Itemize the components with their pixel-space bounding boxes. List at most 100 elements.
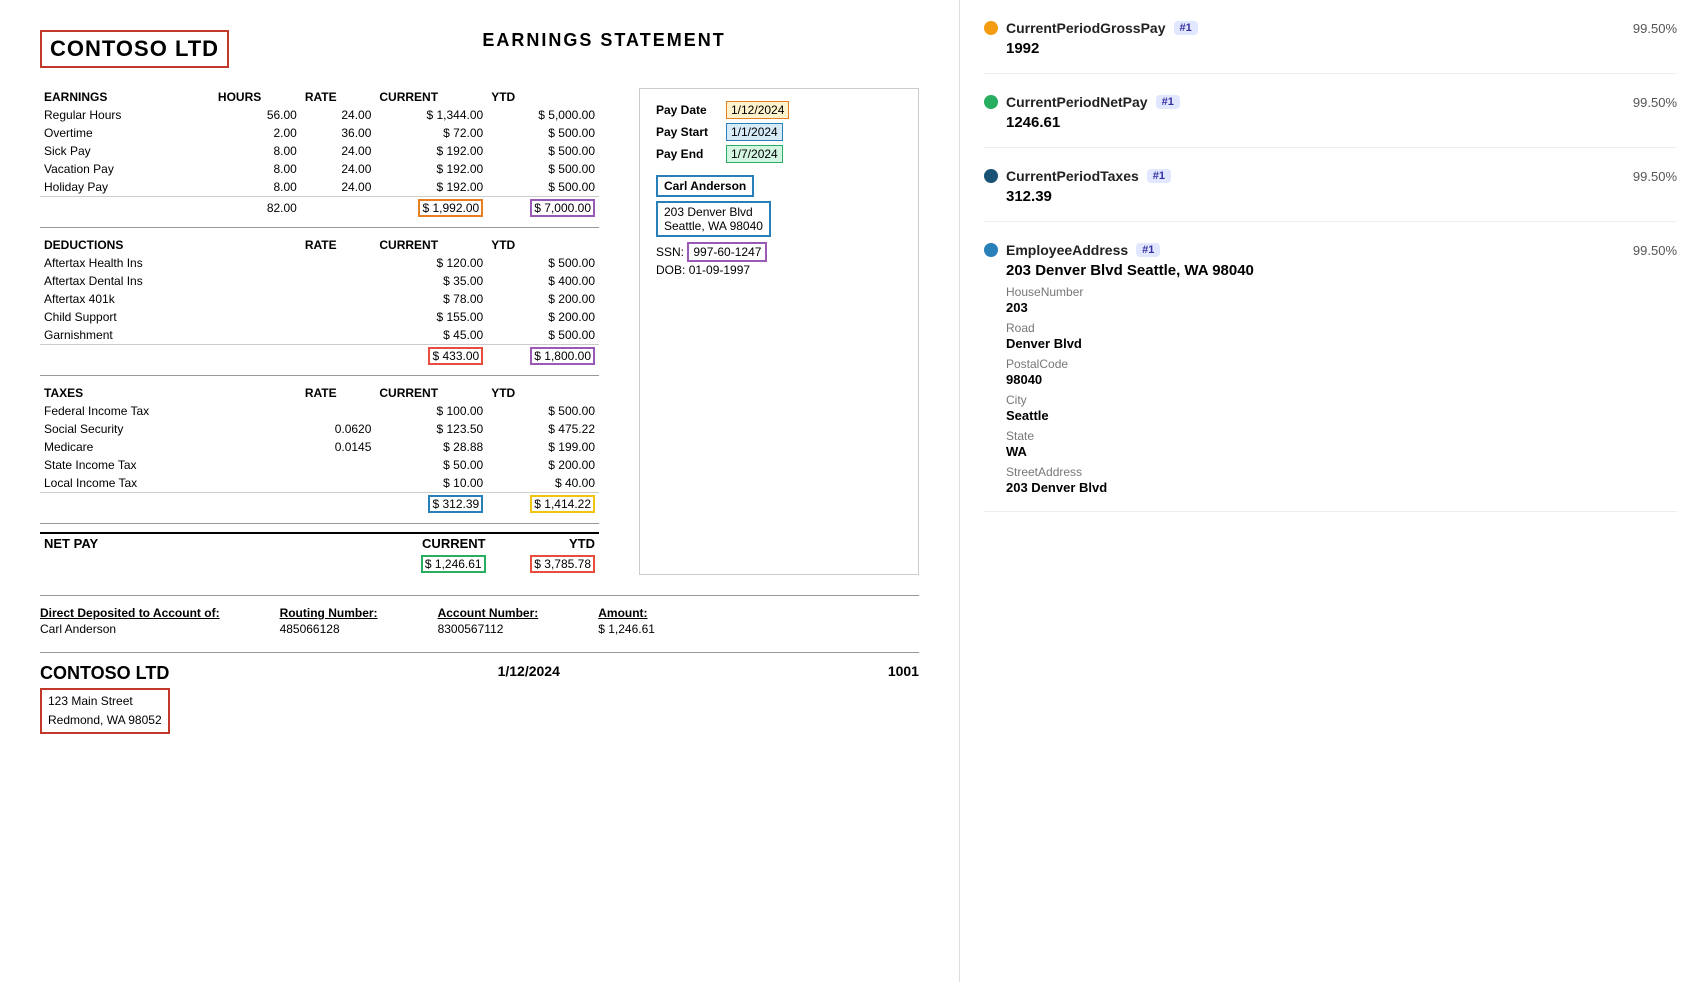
net-pay-current: $ 1,246.61 (380, 553, 489, 575)
field-card: EmployeeAddress #1 99.50% 203 Denver Blv… (984, 242, 1677, 512)
footer-bar: CONTOSO LTD 123 Main Street Redmond, WA … (40, 652, 919, 734)
row-rate: 36.00 (301, 124, 376, 142)
dd-amount-value: $ 1,246.61 (598, 622, 655, 636)
row-ytd: $ 400.00 (487, 272, 599, 290)
row-current: $ 72.00 (375, 124, 487, 142)
field-name-row: CurrentPeriodNetPay #1 (984, 94, 1180, 110)
net-pay-current-header: CURRENT (380, 533, 489, 553)
row-ytd: $ 500.00 (487, 326, 599, 345)
row-hours: 8.00 (214, 160, 301, 178)
field-confidence: 99.50% (1633, 169, 1677, 184)
field-value: 312.39 (984, 188, 1677, 205)
footer-date: 1/12/2024 (498, 663, 560, 679)
company-name-top: CONTOSO LTD (50, 36, 219, 62)
row-current: $ 78.00 (375, 290, 487, 308)
field-badge: #1 (1147, 169, 1171, 183)
earnings-row: Holiday Pay 8.00 24.00 $ 192.00 $ 500.00 (40, 178, 599, 197)
field-name-row: CurrentPeriodTaxes #1 (984, 168, 1171, 184)
field-label: CurrentPeriodTaxes (1006, 168, 1139, 184)
employee-name: Carl Anderson (656, 175, 754, 197)
row-name: Aftertax Dental Ins (40, 272, 214, 290)
sub-field-value: WA (1006, 444, 1677, 459)
row-current: $ 50.00 (375, 456, 487, 474)
field-label: CurrentPeriodNetPay (1006, 94, 1148, 110)
row-hours: 8.00 (214, 178, 301, 197)
field-card: CurrentPeriodTaxes #1 99.50% 312.39 (984, 168, 1677, 222)
ded-ytd-header: YTD (487, 236, 599, 254)
field-dot (984, 95, 998, 109)
sub-field-label: Road (1006, 321, 1677, 335)
row-ytd: $ 200.00 (487, 456, 599, 474)
pay-date-value: 1/12/2024 (726, 101, 789, 119)
ded-total-ytd: $ 1,800.00 (487, 345, 599, 368)
row-current: $ 100.00 (375, 402, 487, 420)
tax-current-header: CURRENT (375, 384, 487, 402)
row-rate: 0.0145 (301, 438, 376, 456)
row-ytd: $ 475.22 (487, 420, 599, 438)
company-header-top: CONTOSO LTD (40, 30, 229, 68)
field-confidence: 99.50% (1633, 21, 1677, 36)
pay-end-row: Pay End 1/7/2024 (656, 145, 902, 163)
deductions-label: DEDUCTIONS (40, 236, 214, 254)
ytd-header: YTD (487, 88, 599, 106)
sub-field: City Seattle (984, 393, 1677, 423)
field-value: 1246.61 (984, 114, 1677, 131)
net-pay-ytd: $ 3,785.78 (490, 553, 599, 575)
earnings-label: EARNINGS (40, 88, 214, 106)
field-name-row: CurrentPeriodGrossPay #1 (984, 20, 1198, 36)
ssn-value: 997-60-1247 (687, 242, 767, 262)
field-label: EmployeeAddress (1006, 242, 1128, 258)
doc-title: EARNINGS STATEMENT (289, 30, 919, 51)
sub-field-value: Denver Blvd (1006, 336, 1677, 351)
earnings-total-ytd: $ 7,000.00 (487, 197, 599, 220)
current-header: CURRENT (375, 88, 487, 106)
row-name: Medicare (40, 438, 214, 456)
ssn-label: SSN: (656, 245, 684, 259)
sub-field-value: 98040 (1006, 372, 1677, 387)
field-badge: #1 (1136, 243, 1160, 257)
row-rate (301, 290, 376, 308)
row-current: $ 192.00 (375, 142, 487, 160)
row-current: $ 155.00 (375, 308, 487, 326)
row-rate: 24.00 (301, 160, 376, 178)
ssn-row: SSN: 997-60-1247 (656, 245, 902, 259)
direct-deposit: Direct Deposited to Account of: Carl And… (40, 606, 919, 636)
row-current: $ 10.00 (375, 474, 487, 493)
pay-date-label: Pay Date (656, 103, 726, 117)
net-pay-label: NET PAY (40, 533, 307, 553)
footer-address-box: 123 Main Street Redmond, WA 98052 (40, 688, 170, 734)
dob-label: DOB: (656, 263, 685, 277)
row-rate: 0.0620 (301, 420, 376, 438)
field-dot (984, 169, 998, 183)
field-dot (984, 243, 998, 257)
row-rate (301, 402, 376, 420)
row-ytd: $ 40.00 (487, 474, 599, 493)
tax-total-ytd: $ 1,414.22 (487, 493, 599, 516)
row-name: Social Security (40, 420, 214, 438)
field-value: 1992 (984, 40, 1677, 57)
deduction-row: Child Support $ 155.00 $ 200.00 (40, 308, 599, 326)
dd-name-col: Direct Deposited to Account of: Carl And… (40, 606, 220, 636)
dd-account-label: Account Number: (438, 606, 539, 620)
row-hours: 56.00 (214, 106, 301, 124)
ded-rate-header: RATE (301, 236, 376, 254)
sub-field-label: PostalCode (1006, 357, 1677, 371)
tax-row: Medicare 0.0145 $ 28.88 $ 199.00 (40, 438, 599, 456)
row-rate (301, 474, 376, 493)
sub-field: Road Denver Blvd (984, 321, 1677, 351)
field-badge: #1 (1156, 95, 1180, 109)
row-hours: 2.00 (214, 124, 301, 142)
row-current: $ 120.00 (375, 254, 487, 272)
earnings-row: Vacation Pay 8.00 24.00 $ 192.00 $ 500.0… (40, 160, 599, 178)
row-current: $ 192.00 (375, 160, 487, 178)
row-name: Overtime (40, 124, 214, 142)
row-rate (301, 326, 376, 345)
row-rate (301, 456, 376, 474)
field-card: CurrentPeriodNetPay #1 99.50% 1246.61 (984, 94, 1677, 148)
row-name: Regular Hours (40, 106, 214, 124)
row-name: State Income Tax (40, 456, 214, 474)
row-rate: 24.00 (301, 142, 376, 160)
tax-row: Federal Income Tax $ 100.00 $ 500.00 (40, 402, 599, 420)
sub-field-label: StreetAddress (1006, 465, 1677, 479)
sub-field: StreetAddress 203 Denver Blvd (984, 465, 1677, 495)
